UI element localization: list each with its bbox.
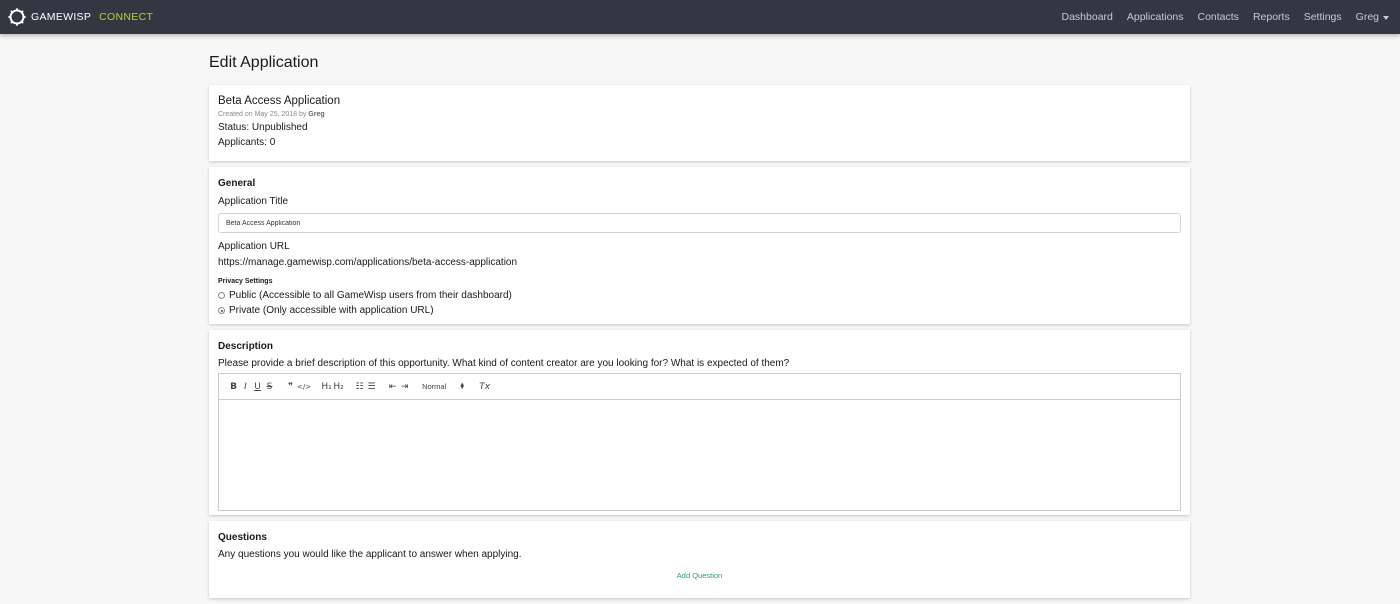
- general-card: General Application Title Application UR…: [209, 167, 1190, 324]
- privacy-public-label: Public (Accessible to all GameWisp users…: [229, 290, 512, 301]
- nav-reports[interactable]: Reports: [1253, 11, 1290, 23]
- bold-button[interactable]: B: [228, 380, 239, 394]
- top-navbar: GAMEWISP CONNECT Dashboard Applications …: [0, 0, 1400, 34]
- questions-section-title: Questions: [218, 532, 267, 543]
- text-size-value: Normal: [422, 382, 447, 391]
- created-meta: Created on May 25, 2018 by Greg: [218, 110, 1181, 120]
- created-prefix: Created on May 25, 2018 by: [218, 111, 307, 118]
- add-question-button[interactable]: Add Question: [218, 571, 1181, 580]
- brand[interactable]: GAMEWISP CONNECT: [8, 8, 153, 26]
- brand-name: GAMEWISP: [31, 11, 92, 23]
- chevron-down-icon: [1383, 15, 1389, 20]
- code-block-icon[interactable]: </>: [297, 380, 311, 394]
- privacy-private-label: Private (Only accessible with applicatio…: [229, 305, 434, 316]
- application-name: Beta Access Application: [218, 95, 341, 107]
- general-section-title: General: [218, 178, 256, 189]
- heading-2-button[interactable]: H₂: [333, 380, 344, 394]
- application-title-label: Application Title: [218, 196, 289, 207]
- questions-card: Questions Any questions you would like t…: [209, 521, 1190, 598]
- page-title: Edit Application: [209, 54, 319, 71]
- strike-button[interactable]: S: [264, 380, 275, 394]
- nav-dashboard[interactable]: Dashboard: [1062, 11, 1113, 23]
- bullet-list-icon[interactable]: ☰: [366, 380, 377, 394]
- gamewisp-logo-icon: [8, 8, 26, 26]
- privacy-private-option[interactable]: Private (Only accessible with applicatio…: [218, 303, 1181, 318]
- rich-text-editor: B I U S ❞ </> H₁ H₂ ☷ ☰ ⇤ ⇥ Normal ▲ ▼ T…: [218, 373, 1181, 511]
- clear-format-icon[interactable]: Tx: [479, 380, 490, 394]
- user-name: Greg: [1355, 11, 1379, 23]
- applicants-count: Applicants: 0: [218, 137, 276, 148]
- text-size-select[interactable]: Normal ▲ ▼: [422, 381, 466, 392]
- description-help-text: Please provide a brief description of th…: [218, 358, 790, 369]
- brand-product: CONNECT: [99, 11, 154, 23]
- heading-1-button[interactable]: H₁: [321, 380, 332, 394]
- nav-settings[interactable]: Settings: [1304, 11, 1342, 23]
- status-text: Status: Unpublished: [218, 122, 308, 133]
- blockquote-icon[interactable]: ❞: [285, 380, 296, 394]
- privacy-private-radio[interactable]: [218, 307, 225, 314]
- privacy-public-option[interactable]: Public (Accessible to all GameWisp users…: [218, 288, 1181, 303]
- nav-contacts[interactable]: Contacts: [1198, 11, 1239, 23]
- editor-toolbar: B I U S ❞ </> H₁ H₂ ☷ ☰ ⇤ ⇥ Normal ▲ ▼ T…: [219, 374, 1180, 400]
- application-url-label: Application URL: [218, 241, 290, 252]
- ordered-list-icon[interactable]: ☷: [354, 380, 365, 394]
- outdent-icon[interactable]: ⇤: [387, 380, 398, 394]
- privacy-settings-label: Privacy Settings: [218, 278, 273, 285]
- indent-icon[interactable]: ⇥: [399, 380, 410, 394]
- underline-button[interactable]: U: [252, 380, 263, 394]
- select-arrows-icon: ▲ ▼: [459, 381, 466, 391]
- questions-help-text: Any questions you would like the applica…: [218, 549, 522, 560]
- italic-button[interactable]: I: [240, 380, 251, 394]
- description-section-title: Description: [218, 341, 274, 352]
- main-content: Edit Application Beta Access Application…: [209, 53, 1190, 598]
- user-menu[interactable]: Greg: [1356, 11, 1389, 23]
- application-summary-card: Beta Access Application Created on May 2…: [209, 85, 1190, 161]
- privacy-public-radio[interactable]: [218, 292, 225, 299]
- application-title-input[interactable]: [218, 213, 1181, 233]
- nav-applications[interactable]: Applications: [1127, 11, 1184, 23]
- application-url-value: https://manage.gamewisp.com/applications…: [218, 257, 518, 268]
- created-by: Greg: [308, 111, 325, 118]
- nav-links: Dashboard Applications Contacts Reports …: [1062, 11, 1389, 23]
- description-editor-area[interactable]: [219, 400, 1180, 510]
- description-card: Description Please provide a brief descr…: [209, 330, 1190, 515]
